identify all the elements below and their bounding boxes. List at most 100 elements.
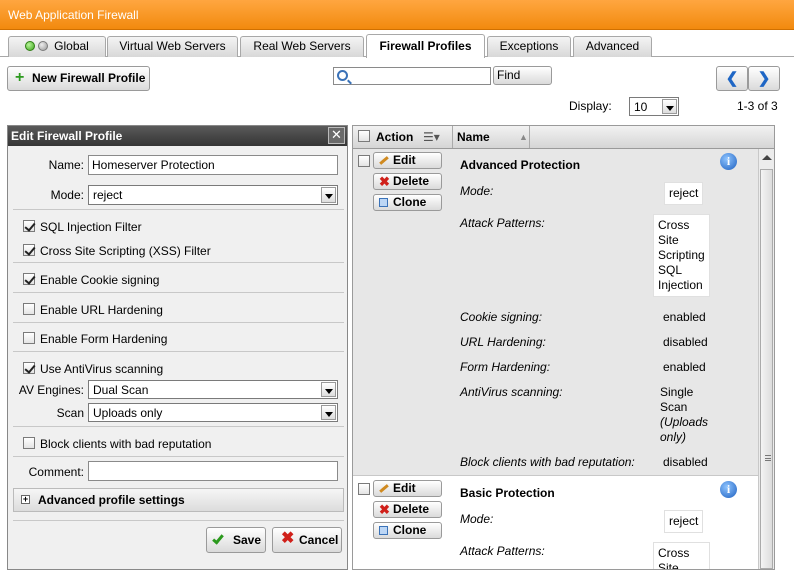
tab-label: Real Web Servers <box>253 39 351 53</box>
xss-label: Cross Site Scripting (XSS) Filter <box>40 244 211 258</box>
xss-checkbox[interactable] <box>23 244 35 256</box>
select-value: Dual Scan <box>93 383 149 397</box>
delete-icon: ✖ <box>379 174 390 189</box>
comment-input[interactable] <box>88 461 338 481</box>
save-button[interactable]: Save <box>206 527 266 553</box>
divider <box>529 126 530 148</box>
divider <box>13 209 344 210</box>
search-icon <box>337 70 348 81</box>
close-icon: ✖ <box>281 530 295 547</box>
cookie-signing-value: enabled <box>663 310 706 324</box>
previous-page-button[interactable]: ❮ <box>716 66 748 91</box>
tab-label: Advanced <box>585 39 640 53</box>
tab-real-web-servers[interactable]: Real Web Servers <box>240 36 364 57</box>
antivirus-key: AntiVirus scanning: <box>460 385 563 399</box>
window-title: Web Application Firewall <box>8 8 139 22</box>
scan-label: Scan <box>56 406 84 420</box>
clone-button[interactable]: Clone <box>373 194 442 211</box>
value-line: (Uploads <box>660 415 709 429</box>
divider <box>13 520 344 521</box>
divider <box>13 322 344 323</box>
select-all-checkbox[interactable] <box>358 130 370 142</box>
mode-select[interactable]: reject <box>88 185 338 205</box>
column-action[interactable]: Action <box>376 126 413 148</box>
name-input[interactable]: Homeserver Protection <box>88 155 338 175</box>
info-icon[interactable]: i <box>720 481 737 498</box>
expand-icon: + <box>21 494 30 504</box>
column-name[interactable]: Name <box>457 126 490 148</box>
bad-reputation-label: Block clients with bad reputation <box>40 437 212 451</box>
chevron-right-icon: ❯ <box>757 69 771 87</box>
new-firewall-profile-button[interactable]: + New Firewall Profile <box>7 66 150 91</box>
display-count-select[interactable]: 10 <box>629 97 679 116</box>
chevron-down-icon <box>662 99 677 114</box>
mode-key: Mode: <box>460 184 494 198</box>
scan-select[interactable]: Uploads only <box>88 403 338 422</box>
tab-firewall-profiles[interactable]: Firewall Profiles <box>366 34 485 58</box>
select-value: Uploads only <box>93 406 163 420</box>
section-label: Advanced profile settings <box>38 493 185 507</box>
attack-patterns-key: Attack Patterns: <box>460 216 545 230</box>
url-hardening-value: disabled <box>663 335 708 349</box>
edit-button[interactable]: Edit <box>373 152 442 169</box>
grip-icon <box>765 455 771 461</box>
tab-bar: Global Virtual Web Servers Real Web Serv… <box>0 30 794 58</box>
tab-label: Exceptions <box>499 39 559 53</box>
button-label: Save <box>233 533 262 547</box>
cancel-button[interactable]: ✖ Cancel <box>272 527 342 553</box>
status-grey-icon <box>38 41 49 51</box>
close-icon[interactable]: ✕ <box>328 127 345 144</box>
form-hardening-label: Enable Form Hardening <box>40 332 168 346</box>
mode-value: reject <box>664 510 704 533</box>
cookie-signing-checkbox[interactable] <box>23 273 35 285</box>
next-page-button[interactable]: ❯ <box>748 66 780 91</box>
column-menu-icon[interactable]: ☰▾ <box>423 126 440 148</box>
profile-title: Advanced Protection <box>460 158 581 172</box>
mode-key: Mode: <box>460 512 494 526</box>
form-hardening-value: enabled <box>663 360 706 374</box>
row-checkbox[interactable] <box>358 483 370 495</box>
table-row[interactable]: Edit ✖ Delete Clone Advanced Protection i… <box>353 149 758 476</box>
form-hardening-key: Form Hardening: <box>460 360 551 374</box>
av-engines-select[interactable]: Dual Scan <box>88 380 338 399</box>
profile-title: Basic Protection <box>460 486 555 500</box>
comment-label: Comment: <box>28 465 84 479</box>
scrollbar-thumb[interactable] <box>760 169 773 569</box>
tab-label: Global <box>54 39 89 53</box>
chevron-down-icon <box>321 405 336 420</box>
button-label: Delete <box>393 174 430 188</box>
info-icon[interactable]: i <box>720 153 737 170</box>
antivirus-checkbox[interactable] <box>23 362 35 374</box>
edit-button[interactable]: Edit <box>373 480 442 497</box>
sort-ascending-icon: ▲ <box>519 132 528 142</box>
search-input[interactable] <box>352 68 488 84</box>
value-line: Scan <box>660 400 688 414</box>
sql-injection-checkbox[interactable] <box>23 220 35 232</box>
bad-reputation-checkbox[interactable] <box>23 437 35 449</box>
tab-global[interactable]: Global <box>8 36 106 57</box>
button-label: New Firewall Profile <box>32 71 146 85</box>
button-label: Clone <box>393 523 427 537</box>
url-hardening-checkbox[interactable] <box>23 303 35 315</box>
antivirus-label: Use AntiVirus scanning <box>40 362 164 376</box>
clone-icon <box>379 526 388 535</box>
table-row[interactable]: Edit ✖ Delete Clone Basic Protection i Mo… <box>353 477 758 569</box>
tab-virtual-web-servers[interactable]: Virtual Web Servers <box>107 36 238 57</box>
row-checkbox[interactable] <box>358 155 370 167</box>
tab-advanced[interactable]: Advanced <box>573 36 652 57</box>
attack-patterns-value: Cross Site <box>653 542 710 569</box>
bad-reputation-value: disabled <box>663 455 708 469</box>
advanced-profile-settings-toggle[interactable]: + Advanced profile settings <box>13 488 344 512</box>
delete-button[interactable]: ✖ Delete <box>373 173 442 190</box>
find-button[interactable]: Find <box>493 66 552 85</box>
form-hardening-checkbox[interactable] <box>23 332 35 344</box>
tab-exceptions[interactable]: Exceptions <box>487 36 571 57</box>
list-scrollbar[interactable] <box>758 149 774 569</box>
scroll-up-icon[interactable] <box>762 155 772 160</box>
clone-button[interactable]: Clone <box>373 522 442 539</box>
checkmark-icon <box>212 532 224 545</box>
delete-button[interactable]: ✖ Delete <box>373 501 442 518</box>
divider <box>13 351 344 352</box>
bad-reputation-key: Block clients with bad reputation: <box>460 455 635 469</box>
value-line: Injection <box>658 278 703 292</box>
